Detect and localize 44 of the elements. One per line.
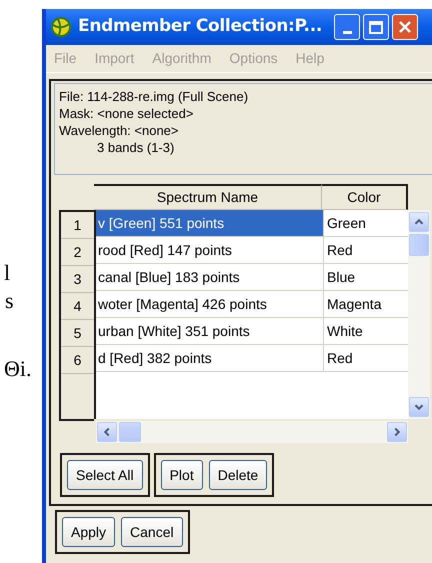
table-cell: woter [Magenta] 426 points <box>96 291 324 317</box>
table-cell: canal [Blue] 183 points <box>96 264 324 290</box>
window-title: Endmember Collection:P... <box>78 15 322 38</box>
table-cell: v [Green] 551 points <box>96 210 324 236</box>
table-cell-text: Red <box>326 348 354 368</box>
button[interactable]: Cancel <box>121 517 183 547</box>
button[interactable]: Plot <box>160 460 203 490</box>
table-row[interactable]: v [Green] 551 points Green <box>96 210 408 237</box>
close-button[interactable] <box>392 14 418 40</box>
table-cell: d [Red] 382 points <box>96 345 324 371</box>
scroll-thumb[interactable] <box>119 422 141 442</box>
globe-icon <box>50 16 72 38</box>
button[interactable]: Delete <box>208 460 268 490</box>
table-cell: rood [Red] 147 points <box>96 237 324 263</box>
button[interactable]: Select All <box>67 460 143 490</box>
document-text: s <box>5 290 14 312</box>
maximize-button[interactable] <box>363 14 390 40</box>
table-row[interactable]: rood [Red] 147 points Red <box>96 237 408 264</box>
vertical-scrollbar[interactable] <box>408 210 430 419</box>
document-text: l <box>4 262 10 284</box>
scroll-left-icon[interactable] <box>97 422 117 442</box>
info-text: 3 bands (1-3) <box>96 139 176 156</box>
table-row[interactable]: d [Red] 382 points Red <box>96 345 408 372</box>
info-text: File: 114-288-re.img (Full Scene) <box>59 88 250 105</box>
scroll-down-icon[interactable] <box>409 397 429 417</box>
table-cell-text: Red <box>326 240 354 260</box>
table-cell-text: Green <box>326 214 367 232</box>
table-row[interactable]: canal [Blue] 183 points Blue <box>96 264 408 291</box>
minimize-button[interactable] <box>334 14 360 40</box>
horizontal-scrollbar[interactable] <box>96 421 408 443</box>
document-text: Θi. <box>4 358 32 380</box>
info-text: Mask: <none selected> <box>59 105 194 122</box>
table-cell: urban [White] 351 points <box>96 318 324 344</box>
table-row[interactable]: urban [White] 351 points White <box>96 318 408 345</box>
table-cell-text: White <box>326 322 364 340</box>
table-cell-text: Magenta <box>326 294 382 314</box>
info-text: Wavelength: <none> <box>59 122 180 139</box>
scroll-thumb[interactable] <box>409 234 429 256</box>
table-cell-text: Blue <box>326 268 356 286</box>
button[interactable]: Apply <box>62 517 116 547</box>
table-row[interactable]: woter [Magenta] 426 points Magenta <box>96 291 408 318</box>
scroll-up-icon[interactable] <box>409 212 429 232</box>
close-icon <box>398 20 412 34</box>
scroll-right-icon[interactable] <box>387 422 407 442</box>
